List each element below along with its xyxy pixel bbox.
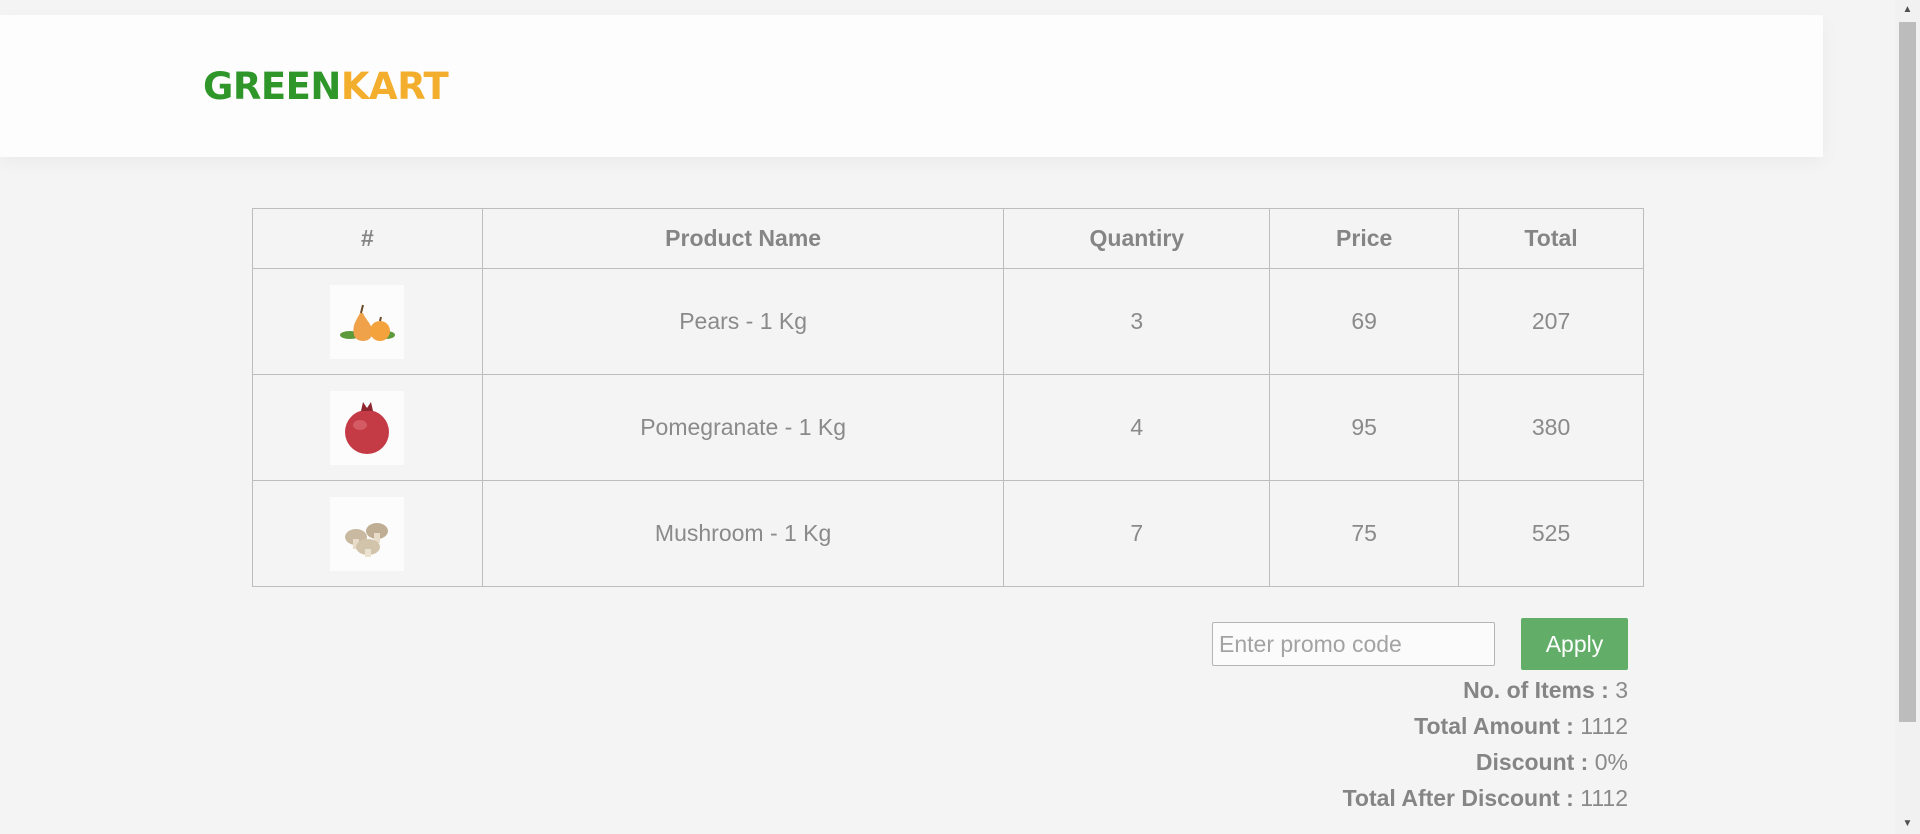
table-row: Pomegranate - 1 Kg 4 95 380 <box>252 374 1644 481</box>
product-image-cell <box>252 480 483 587</box>
summary-items-row: No. of Items : 3 <box>1343 672 1628 708</box>
table-row: Mushroom - 1 Kg 7 75 525 <box>252 480 1644 587</box>
product-price: 69 <box>1269 268 1460 375</box>
summary-after-discount-row: Total After Discount : 1112 <box>1343 780 1628 816</box>
column-header-total: Total <box>1458 208 1644 269</box>
brand-logo-kart: KART <box>340 65 449 108</box>
vertical-scrollbar[interactable]: ▲ ▼ <box>1895 0 1920 834</box>
total-amount-value: 1112 <box>1580 713 1628 739</box>
order-summary: No. of Items : 3 Total Amount : 1112 Dis… <box>1343 672 1628 816</box>
brand-logo[interactable]: GREENKART <box>203 65 449 108</box>
product-name: Pomegranate - 1 Kg <box>481 374 1005 481</box>
product-image-cell <box>252 374 483 481</box>
pomegranate-image <box>330 390 405 465</box>
summary-discount-row: Discount : 0% <box>1343 744 1628 780</box>
page-header: GREENKART <box>0 15 1823 157</box>
items-value: 3 <box>1615 677 1628 703</box>
product-quantity: 3 <box>1003 268 1271 375</box>
discount-label: Discount : <box>1475 749 1589 775</box>
total-after-discount-value: 1112 <box>1580 785 1628 811</box>
mushroom-image <box>330 496 405 571</box>
scroll-down-icon[interactable]: ▼ <box>1895 814 1920 834</box>
column-header-product-name: Product Name <box>481 208 1005 269</box>
promo-code-input[interactable] <box>1212 622 1495 666</box>
product-image-cell <box>252 268 483 375</box>
total-after-discount-label: Total After Discount : <box>1342 785 1574 811</box>
product-name: Mushroom - 1 Kg <box>481 480 1005 587</box>
table-row: Pears - 1 Kg 3 69 207 <box>252 268 1644 375</box>
scrollbar-thumb[interactable] <box>1899 22 1916 722</box>
product-total: 525 <box>1458 480 1644 587</box>
cart-table: # Product Name Quantiry Price Total Pear… <box>252 208 1644 587</box>
summary-amount-row: Total Amount : 1112 <box>1343 708 1628 744</box>
product-total: 380 <box>1458 374 1644 481</box>
items-label: No. of Items : <box>1463 677 1609 703</box>
brand-logo-green: GREEN <box>203 65 341 108</box>
table-header-row: # Product Name Quantiry Price Total <box>252 208 1644 269</box>
product-name: Pears - 1 Kg <box>481 268 1005 375</box>
product-price: 75 <box>1269 480 1460 587</box>
column-header-price: Price <box>1269 208 1460 269</box>
scroll-up-icon[interactable]: ▲ <box>1895 0 1920 20</box>
column-header-number: # <box>252 208 483 269</box>
discount-value: 0% <box>1594 749 1628 775</box>
product-quantity: 4 <box>1003 374 1271 481</box>
total-amount-label: Total Amount : <box>1414 713 1574 739</box>
product-price: 95 <box>1269 374 1460 481</box>
column-header-quantity: Quantiry <box>1003 208 1271 269</box>
product-total: 207 <box>1458 268 1644 375</box>
product-quantity: 7 <box>1003 480 1271 587</box>
apply-promo-button[interactable]: Apply <box>1521 618 1628 670</box>
pears-image <box>330 284 405 359</box>
